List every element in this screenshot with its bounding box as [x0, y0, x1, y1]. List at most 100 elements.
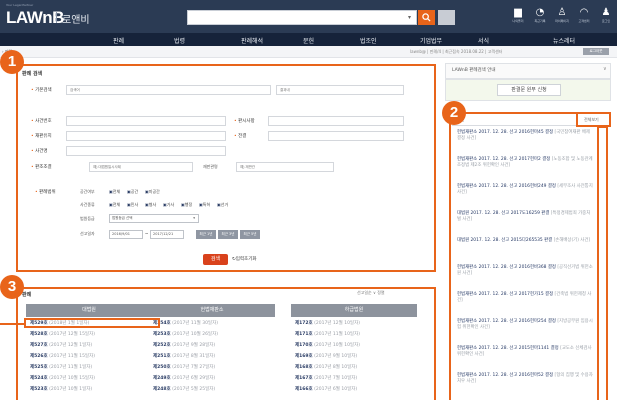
filter-checkbox[interactable]: ▣형사 [145, 202, 156, 208]
judge-input[interactable] [236, 162, 334, 172]
global-search-input[interactable] [187, 10, 417, 25]
history-toolbar-button[interactable]: ◔ 최근기록 [529, 7, 551, 23]
result-item[interactable]: 제169호 (2017년 9월 10일자) [295, 353, 357, 359]
result-item[interactable]: 제166호 (2017년 6월 10일자) [295, 386, 357, 392]
result-item[interactable]: 제528호 (2017년 12월 15일자) [30, 331, 95, 337]
news-item[interactable]: 헌법재판소 2017. 12. 28. 선고 2017헌마2 결정 [노동조합 … [457, 157, 593, 170]
full-text-input[interactable] [268, 131, 404, 141]
result-item[interactable]: 제250호 (2017년 7월 27일자) [153, 364, 215, 370]
result-item[interactable]: 제525호 (2017년 11월 1일자) [30, 364, 92, 370]
mypage-toolbar-button[interactable]: ♙ 마이페이지 [551, 7, 573, 23]
result-item[interactable]: 제172호 (2017년 12월 10일자) [295, 320, 360, 326]
chevron-down-icon[interactable]: ∨ [603, 66, 607, 72]
reset-button[interactable]: ↻입력초기화 [232, 256, 256, 262]
date-range-button[interactable]: 최근 5년 [240, 230, 260, 239]
judgment-type-input[interactable] [66, 131, 226, 141]
search-button[interactable] [418, 10, 435, 25]
nav-item-2[interactable]: 법령 [174, 36, 185, 45]
filter-checkbox[interactable]: ▣선거 [217, 202, 228, 208]
filter-checkbox[interactable]: ▣미공간 [145, 189, 160, 195]
result-item[interactable]: 제253호 (2017년 10월 26일자) [153, 331, 218, 337]
history-icon: ◔ [535, 7, 545, 18]
issue-number: 제527호 [30, 343, 48, 348]
court-input[interactable] [89, 162, 193, 172]
nav-item-3[interactable]: 판례해석 [241, 36, 263, 45]
date-range-button[interactable]: 최근 3년 [218, 230, 238, 239]
result-item[interactable]: 제251호 (2017년 8월 31일자) [153, 353, 215, 359]
filter-checkbox[interactable]: ▣공간 [127, 189, 138, 195]
news-item[interactable]: 대법원 2017. 12. 28. 선고 2017도16259 판결 [특정경제… [457, 211, 593, 224]
result-item[interactable]: 제167호 (2017년 7월 10일자) [295, 375, 357, 381]
result-item[interactable]: 제170호 (2017년 10월 10일자) [295, 342, 360, 348]
news-item[interactable]: 헌법재판소 2017. 12. 28. 선고 2015헌마1141 결정 [교도… [457, 346, 593, 359]
date-label: 선고일자 [80, 231, 95, 236]
news-headline: 헌법재판소 2017. 12. 28. 선고 2017헌마2 결정 [457, 157, 551, 162]
basic-search-input[interactable] [66, 85, 271, 95]
news-item[interactable]: 헌법재판소 2017. 12. 28. 선고 2016헌마254 결정 [지방공… [457, 319, 593, 332]
refine-search-input[interactable] [276, 85, 404, 95]
detail-search-button[interactable] [438, 10, 455, 25]
support-toolbar-button[interactable]: ◠ 고객센터 [573, 7, 595, 23]
basic-search-label: 기본검색 [31, 87, 52, 93]
news-headline: 헌법재판소 2017. 12. 28. 선고 2017헌가15 결정 [457, 292, 554, 297]
filter-checkbox[interactable]: ▣특허 [199, 202, 210, 208]
field-label-case-name: 사건명 [31, 148, 47, 154]
nav-item-7[interactable]: 서식 [478, 36, 489, 45]
news-headline: 헌법재판소 2017. 12. 28. 선고 2016헌마52 결정 [457, 373, 554, 378]
case-number-input[interactable] [66, 116, 226, 126]
news-item[interactable]: 대법원 2017. 12. 28. 선고 2015다265535 판결 [손해배… [457, 238, 593, 244]
issue-number: 제526호 [30, 354, 48, 359]
court-label: 판조조결 [31, 164, 52, 170]
folder-toolbar-button[interactable]: ▆ 나의폴더 [507, 7, 529, 23]
user-toolbar-button[interactable]: ♟ 로그인 [595, 7, 617, 23]
date-from-input[interactable]: 2016/9/01 [109, 230, 143, 239]
nav-item-1[interactable]: 판례 [113, 36, 124, 45]
news-item[interactable]: 헌법재판소 2017. 12. 28. 선고 2016헌바249 결정 [세무조… [457, 184, 593, 197]
news-item[interactable]: 헌법재판소 2017. 12. 28. 선고 2016헌마45 결정 [국민참여… [457, 130, 593, 143]
result-item[interactable]: 제249호 (2017년 6월 29일자) [153, 375, 215, 381]
filter-checkbox[interactable]: ▣전체 [109, 202, 120, 208]
search-dropdown-caret[interactable]: ▾ [408, 14, 411, 21]
issue-number: 제249호 [153, 376, 171, 381]
logout-button[interactable]: 로그아웃 [583, 48, 609, 55]
filter-checkbox[interactable]: ▣민사 [127, 202, 138, 208]
case-name-input[interactable] [66, 146, 226, 156]
news-item[interactable]: 헌법재판소 2017. 12. 28. 선고 2016헌바368 결정 [공직선… [457, 265, 593, 278]
request-judgment-button[interactable]: 판결문 원부 신청 [497, 84, 561, 96]
result-item[interactable]: 제252호 (2017년 9월 28일자) [153, 342, 215, 348]
nav-item-6[interactable]: 기업법무 [420, 36, 442, 45]
field-label-full-text: 전결 [234, 133, 246, 139]
result-item[interactable]: 제523호 (2017년 10월 1일자) [30, 386, 92, 392]
filter-checkbox[interactable]: ▣가사 [163, 202, 174, 208]
user-icon: ♟ [601, 7, 611, 18]
result-item[interactable]: 제526호 (2017년 11월 15일자) [30, 353, 95, 359]
toolbar-label: 로그인 [601, 19, 611, 23]
search-submit-button[interactable]: 검색 [203, 254, 228, 265]
user-info-links[interactable]: lawnb@ | 판례/4 | 최근접속 2018.08.22 | 고객센터 [410, 49, 502, 55]
date-range-button[interactable]: 최근 1년 [196, 230, 216, 239]
issue-number: 제170호 [295, 343, 313, 348]
filter-checkbox[interactable]: ▣행정 [181, 202, 192, 208]
nav-item-4[interactable]: 문헌 [303, 36, 314, 45]
issue-number: 제252호 [153, 343, 171, 348]
site-logo-korean[interactable]: 로앤비 [62, 11, 90, 26]
date-to-input[interactable]: 2017/12/21 [150, 230, 184, 239]
nav-item-5[interactable]: 법조인 [360, 36, 377, 45]
scrollbar-highlight[interactable] [597, 126, 608, 400]
sort-select[interactable]: 선고일순 ∨ 정렬 [357, 290, 385, 296]
result-item[interactable]: 제171호 (2017년 11월 10일자) [295, 331, 360, 337]
result-item[interactable]: 제248호 (2017년 5월 25일자) [153, 386, 215, 392]
result-item[interactable]: 제527호 (2017년 12월 1일자) [30, 342, 92, 348]
filter-checkbox[interactable]: ▣전체 [109, 189, 120, 195]
news-item[interactable]: 헌법재판소 2017. 12. 28. 선고 2016헌마52 결정 [형의 집… [457, 373, 593, 386]
holding-input[interactable] [268, 116, 404, 126]
view-all-highlight [576, 112, 611, 127]
result-item[interactable]: 제254호 (2017년 11월 30일자) [153, 320, 218, 326]
callout-badge-1: 1 [0, 50, 24, 74]
result-item[interactable]: 제168호 (2017년 8월 10일자) [295, 364, 357, 370]
nav-item-8[interactable]: 뉴스레터 [553, 36, 575, 45]
result-item[interactable]: 제524호 (2017년 10월 15일자) [30, 375, 95, 381]
callout-badge-3: 3 [0, 275, 24, 299]
news-item[interactable]: 헌법재판소 2017. 12. 28. 선고 2017헌가15 결정 [건축법 … [457, 292, 593, 305]
court-grade-select[interactable]: 법원등급 선택 ▾ [109, 214, 199, 223]
